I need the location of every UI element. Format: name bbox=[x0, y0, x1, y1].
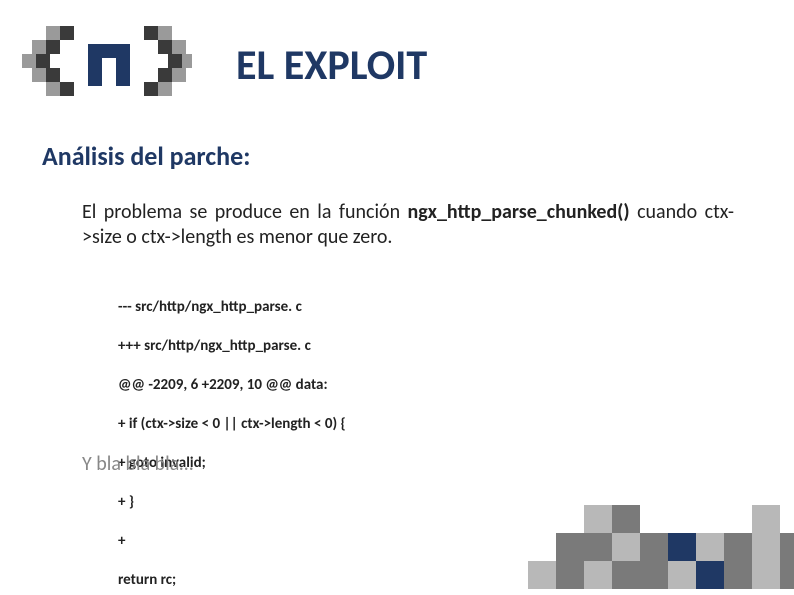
body-paragraph: El problema se produce en la función ngx… bbox=[82, 200, 734, 250]
diff-line: +++ src/http/ngx_http_parse. c bbox=[118, 337, 346, 357]
diff-line: + } bbox=[118, 493, 346, 513]
body-bold-func: ngx_http_parse_chunked() bbox=[408, 200, 630, 224]
diff-block: --- src/http/ngx_http_parse. c +++ src/h… bbox=[118, 278, 346, 595]
slide-title: EL EXPLOIT bbox=[236, 40, 427, 91]
diff-line: + if (ctx->size < 0 || ctx->length < 0) … bbox=[118, 415, 346, 435]
diff-line: --- src/http/ngx_http_parse. c bbox=[118, 298, 346, 318]
closing-text: Y bla bla bla… bbox=[82, 452, 193, 476]
body-pre: El problema se produce en la función bbox=[82, 200, 408, 224]
slide-subtitle: Análisis del parche: bbox=[42, 140, 250, 172]
slide: EL EXPLOIT Análisis del parche: El probl… bbox=[0, 0, 794, 595]
logo-pixel-n-icon bbox=[22, 26, 192, 96]
diff-line: return rc; bbox=[118, 571, 346, 591]
decor-pixel-pattern-icon bbox=[474, 485, 794, 595]
diff-line: @@ -2209, 6 +2209, 10 @@ data: bbox=[118, 376, 346, 396]
diff-line: + bbox=[118, 532, 346, 552]
